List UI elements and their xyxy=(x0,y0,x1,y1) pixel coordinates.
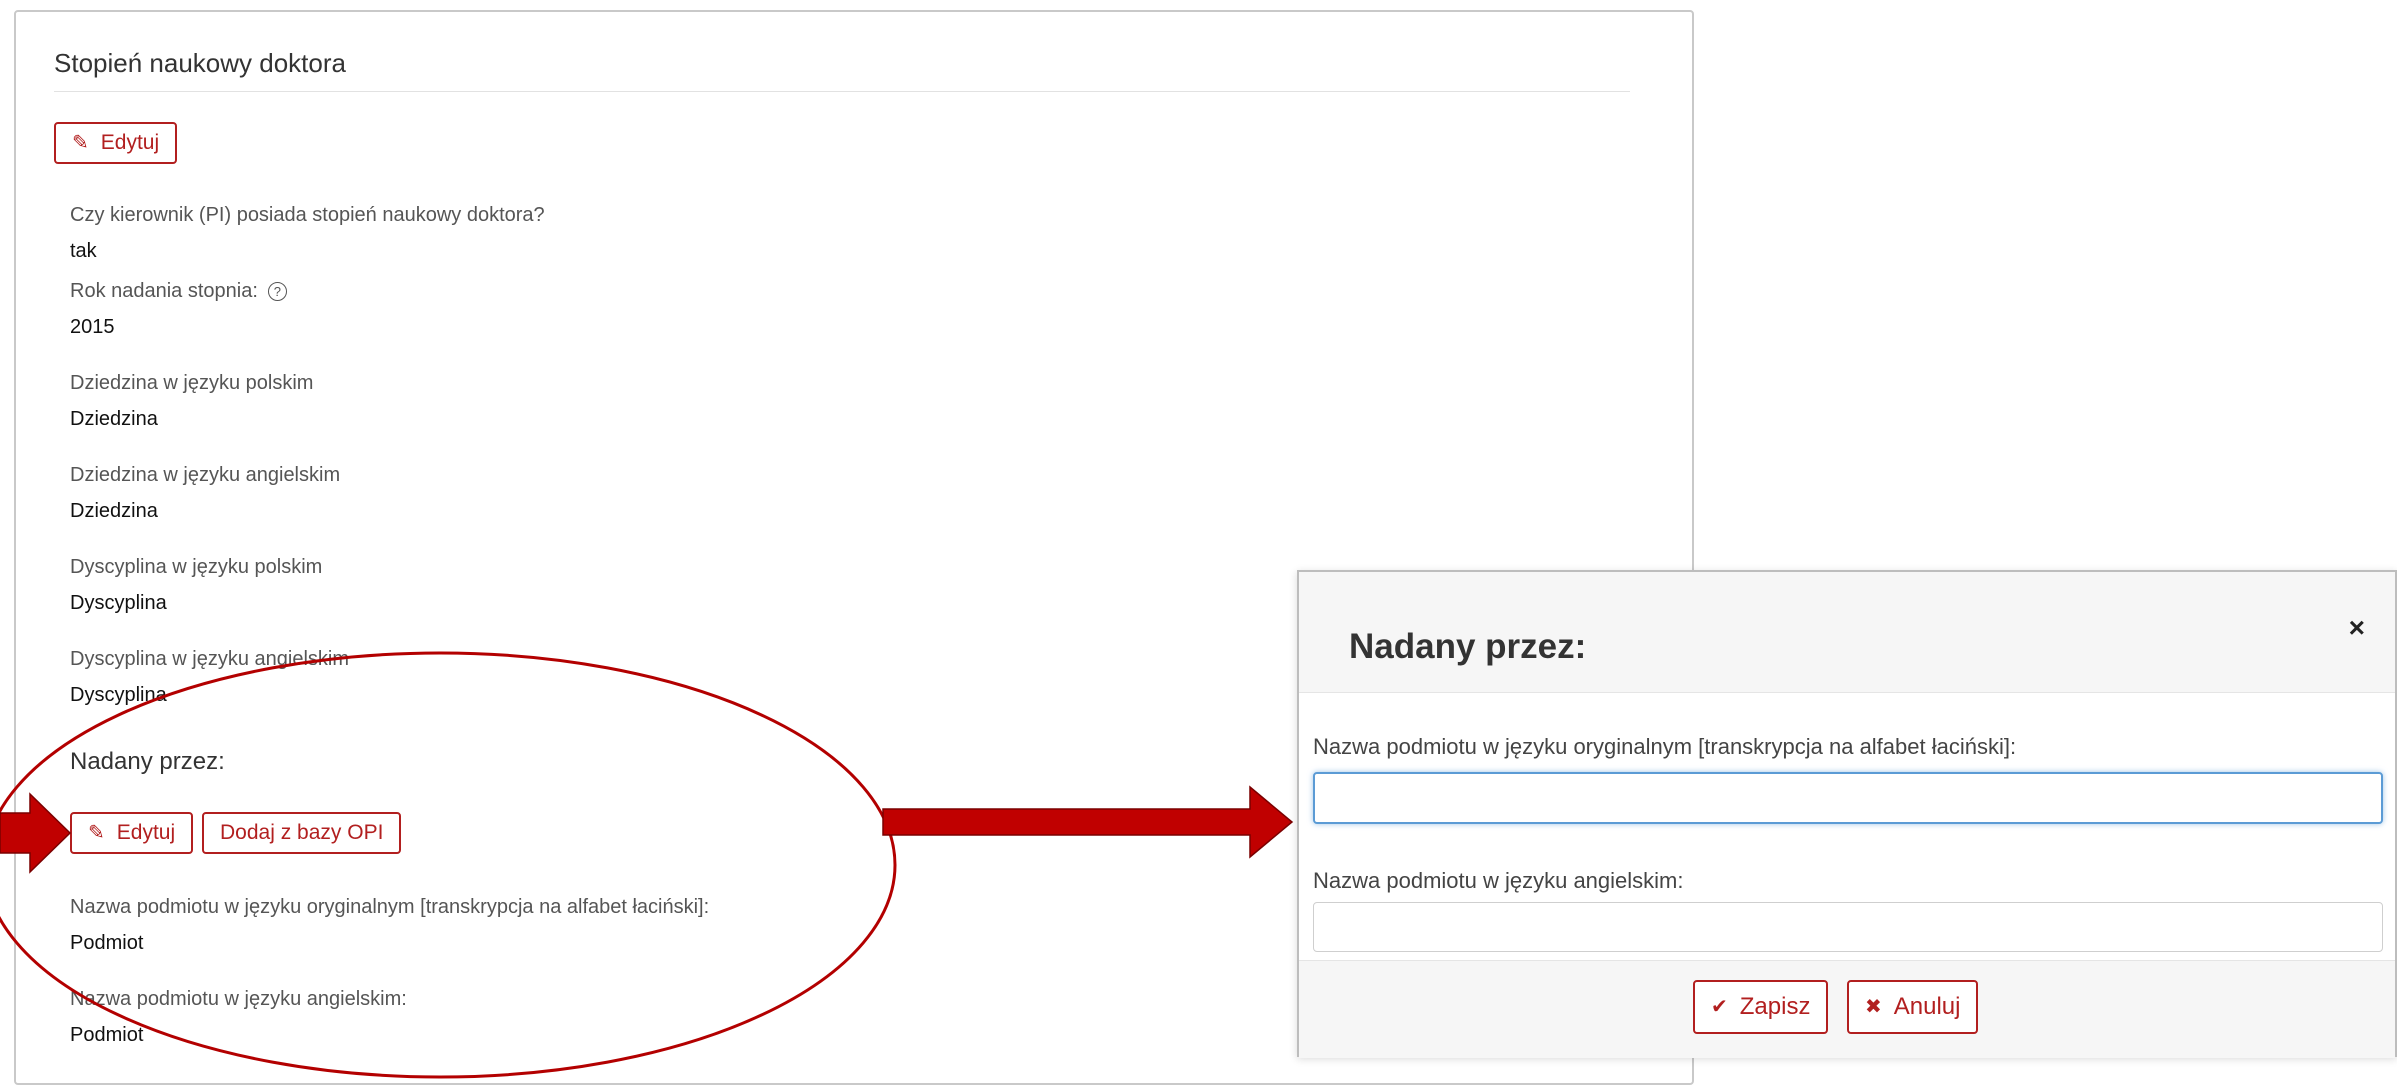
check-icon: ✔ xyxy=(1711,996,1728,1018)
modal-field2-label: Nazwa podmiotu w języku angielskim: xyxy=(1313,868,1684,893)
arrow-left-to-edit xyxy=(0,792,72,874)
english-name-input[interactable] xyxy=(1313,902,2383,952)
cancel-button[interactable]: ✖ Anuluj xyxy=(1847,980,1979,1034)
cancel-label: Anuluj xyxy=(1893,993,1961,1020)
modal-title: Nadany przez: xyxy=(1349,627,1587,666)
highlight-ellipse xyxy=(0,651,897,1079)
close-icon[interactable]: × xyxy=(2349,612,2365,644)
modal-field1-label: Nazwa podmiotu w języku oryginalnym [tra… xyxy=(1313,734,2017,759)
save-button[interactable]: ✔ Zapisz xyxy=(1693,980,1829,1034)
modal-header: Nadany przez: × xyxy=(1299,572,2395,693)
arrow-to-modal xyxy=(882,785,1294,859)
modal-footer: ✔ Zapisz ✖ Anuluj xyxy=(1299,960,2395,1058)
save-label: Zapisz xyxy=(1739,993,1811,1020)
x-icon: ✖ xyxy=(1865,996,1882,1018)
nadany-modal: Nadany przez: × Nazwa podmiotu w języku … xyxy=(1297,570,2397,1058)
original-name-input[interactable] xyxy=(1313,772,2383,824)
